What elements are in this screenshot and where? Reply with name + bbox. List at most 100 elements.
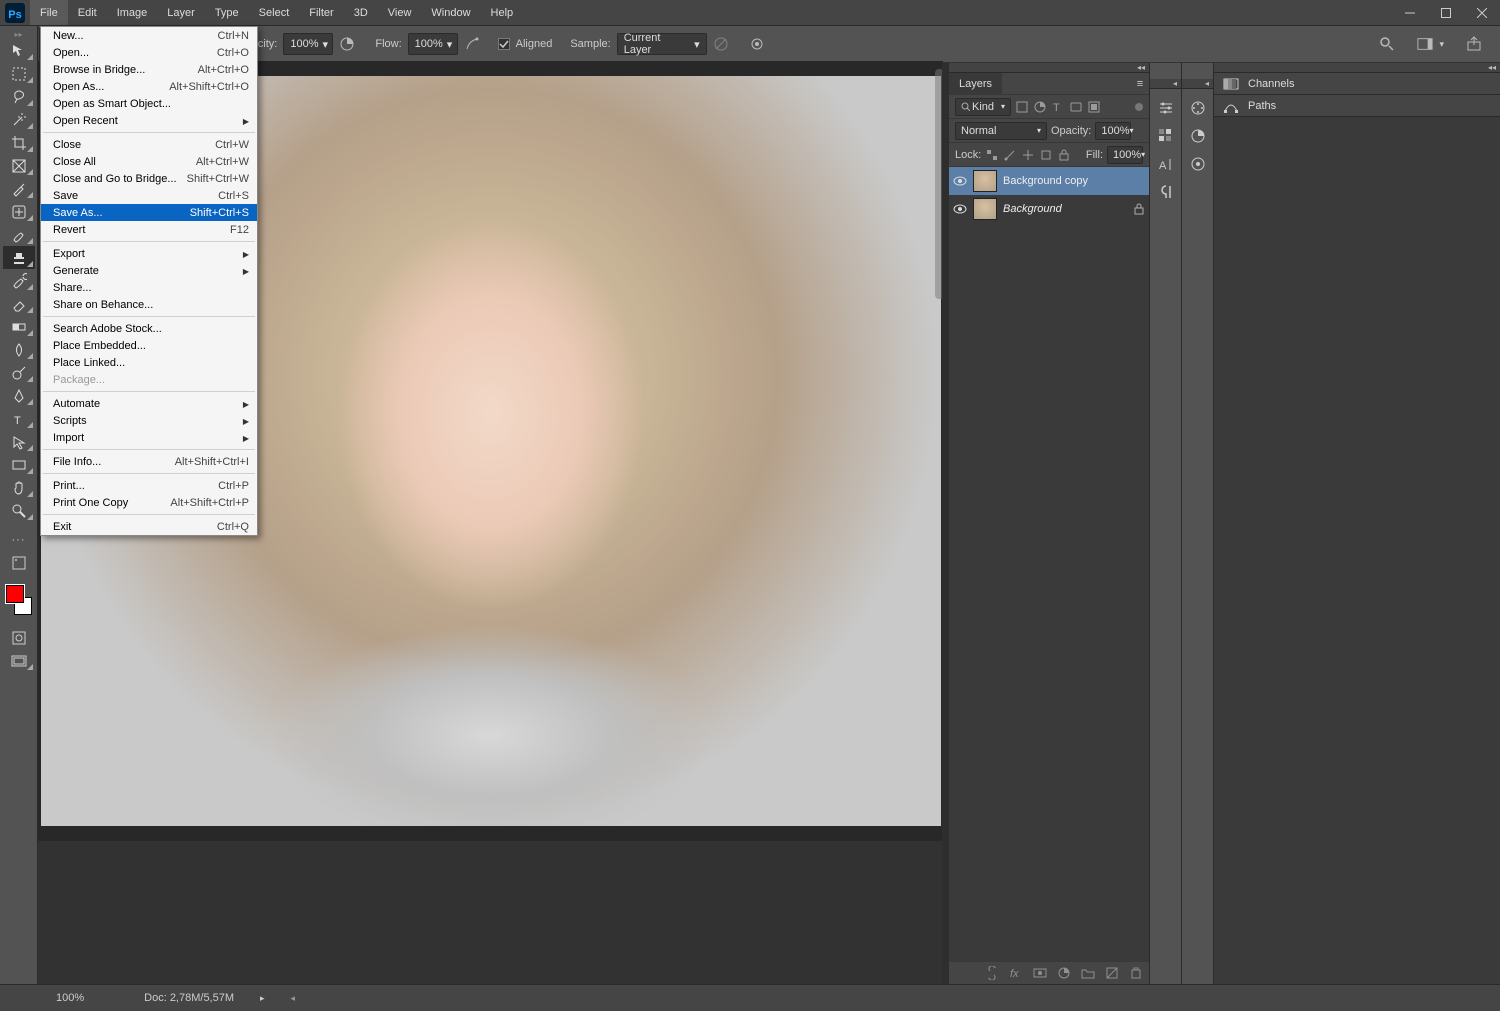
status-flyout-icon[interactable]: ▸ [260, 993, 265, 1004]
menu-type[interactable]: Type [205, 0, 249, 25]
menu-select[interactable]: Select [249, 0, 300, 25]
menu-layer[interactable]: Layer [157, 0, 205, 25]
menu-item-print[interactable]: Print...Ctrl+P [41, 477, 257, 494]
tool-wand[interactable] [3, 108, 35, 131]
menu-item-exit[interactable]: ExitCtrl+Q [41, 518, 257, 535]
airbrush-icon[interactable] [464, 36, 480, 52]
lock-pixels-icon[interactable] [1003, 148, 1017, 162]
tool-stamp[interactable] [3, 246, 35, 269]
character-panel-icon[interactable]: A [1157, 155, 1175, 173]
menu-item-automate[interactable]: Automate [41, 395, 257, 412]
tool-heal[interactable] [3, 200, 35, 223]
menu-file[interactable]: File [30, 0, 68, 25]
maximize-button[interactable] [1428, 0, 1464, 25]
link-layers-icon[interactable] [985, 966, 999, 980]
menu-item-close-and-go-to-bridge[interactable]: Close and Go to Bridge...Shift+Ctrl+W [41, 170, 257, 187]
menu-item-scripts[interactable]: Scripts [41, 412, 257, 429]
menu-item-search-adobe-stock[interactable]: Search Adobe Stock... [41, 320, 257, 337]
layers-tab[interactable]: Layers [949, 73, 1002, 95]
search-icon[interactable] [1379, 36, 1395, 52]
lock-artboard-icon[interactable] [1039, 148, 1053, 162]
menu-item-save[interactable]: SaveCtrl+S [41, 187, 257, 204]
properties-panel-icon[interactable] [1157, 99, 1175, 117]
aligned-checkbox[interactable] [498, 38, 510, 50]
menu-item-print-one-copy[interactable]: Print One CopyAlt+Shift+Ctrl+P [41, 494, 257, 511]
workspace-switcher-icon[interactable] [1417, 36, 1433, 52]
menu-item-share[interactable]: Share... [41, 279, 257, 296]
menu-item-import[interactable]: Import [41, 429, 257, 446]
blend-mode-dropdown[interactable]: Normal▾ [955, 122, 1047, 140]
tool-pen[interactable] [3, 384, 35, 407]
tool-lasso[interactable] [3, 85, 35, 108]
layer-fill-field[interactable]: 100%▾ [1107, 146, 1143, 164]
tool-move[interactable] [3, 39, 35, 62]
paragraph-panel-icon[interactable] [1157, 183, 1175, 201]
layer-mask-icon[interactable] [1033, 966, 1047, 980]
menu-item-revert[interactable]: RevertF12 [41, 221, 257, 238]
menu-item-open-recent[interactable]: Open Recent [41, 112, 257, 129]
tool-frame[interactable] [3, 154, 35, 177]
menu-item-export[interactable]: Export [41, 245, 257, 262]
menu-view[interactable]: View [378, 0, 422, 25]
menu-item-close[interactable]: CloseCtrl+W [41, 136, 257, 153]
menu-item-open-as[interactable]: Open As...Alt+Shift+Ctrl+O [41, 78, 257, 95]
flow-field[interactable]: 100%▾ [408, 33, 458, 55]
edit-toolbar-icon[interactable] [3, 551, 35, 574]
tool-history-brush[interactable] [3, 269, 35, 292]
filter-pixel-icon[interactable] [1015, 100, 1029, 114]
lock-position-icon[interactable] [1021, 148, 1035, 162]
tool-crop[interactable] [3, 131, 35, 154]
layer-filter-kind[interactable]: Kind▾ [955, 98, 1011, 116]
styles-panel-icon[interactable] [1189, 155, 1207, 173]
sample-dropdown[interactable]: Current Layer▾ [617, 33, 707, 55]
filter-shape-icon[interactable] [1069, 100, 1083, 114]
menu-help[interactable]: Help [481, 0, 524, 25]
color-swatches[interactable] [3, 582, 35, 618]
color-panel-icon[interactable] [1189, 99, 1207, 117]
menu-item-place-linked[interactable]: Place Linked... [41, 354, 257, 371]
menu-item-browse-in-bridge[interactable]: Browse in Bridge...Alt+Ctrl+O [41, 61, 257, 78]
tool-zoom[interactable] [3, 499, 35, 522]
menu-3d[interactable]: 3D [344, 0, 378, 25]
filter-toggle[interactable] [1135, 103, 1143, 111]
swatches-panel-icon[interactable] [1157, 127, 1175, 145]
menu-item-save-as[interactable]: Save As...Shift+Ctrl+S [41, 204, 257, 221]
lock-transparency-icon[interactable] [985, 148, 999, 162]
tool-blur[interactable] [3, 338, 35, 361]
ignore-adjustments-icon[interactable] [713, 36, 729, 52]
tool-hand[interactable] [3, 476, 35, 499]
close-button[interactable] [1464, 0, 1500, 25]
new-fill-adjust-icon[interactable] [1057, 966, 1071, 980]
adjustments-panel-icon[interactable] [1189, 127, 1207, 145]
lock-all-icon[interactable] [1057, 148, 1071, 162]
doc-size[interactable]: Doc: 2,78M/5,57M [144, 992, 234, 1004]
filter-adjust-icon[interactable] [1033, 100, 1047, 114]
tool-dodge[interactable] [3, 361, 35, 384]
layer-row[interactable]: Background [949, 195, 1149, 223]
delete-layer-icon[interactable] [1129, 966, 1143, 980]
menu-filter[interactable]: Filter [299, 0, 343, 25]
tool-path-select[interactable] [3, 430, 35, 453]
zoom-level[interactable]: 100% [56, 992, 84, 1004]
layer-visibility-icon[interactable] [953, 174, 967, 188]
foreground-color-swatch[interactable] [6, 585, 24, 603]
menu-item-open[interactable]: Open...Ctrl+O [41, 44, 257, 61]
menu-item-new[interactable]: New...Ctrl+N [41, 27, 257, 44]
tool-eraser[interactable] [3, 292, 35, 315]
layer-visibility-icon[interactable] [953, 202, 967, 216]
new-group-icon[interactable] [1081, 966, 1095, 980]
panel-collapse-grip[interactable]: ◂◂ [949, 63, 1149, 73]
filter-smart-icon[interactable] [1087, 100, 1101, 114]
menu-item-open-as-smart-object[interactable]: Open as Smart Object... [41, 95, 257, 112]
more-tools-icon[interactable]: ··· [3, 528, 35, 551]
channels-panel-tab[interactable]: Channels [1214, 73, 1500, 95]
menu-item-share-on-behance[interactable]: Share on Behance... [41, 296, 257, 313]
menu-item-place-embedded[interactable]: Place Embedded... [41, 337, 257, 354]
menu-item-file-info[interactable]: File Info...Alt+Shift+Ctrl+I [41, 453, 257, 470]
new-layer-icon[interactable] [1105, 966, 1119, 980]
tool-gradient[interactable] [3, 315, 35, 338]
tool-type[interactable]: T [3, 407, 35, 430]
menu-image[interactable]: Image [107, 0, 158, 25]
menu-window[interactable]: Window [421, 0, 480, 25]
menu-item-close-all[interactable]: Close AllAlt+Ctrl+W [41, 153, 257, 170]
